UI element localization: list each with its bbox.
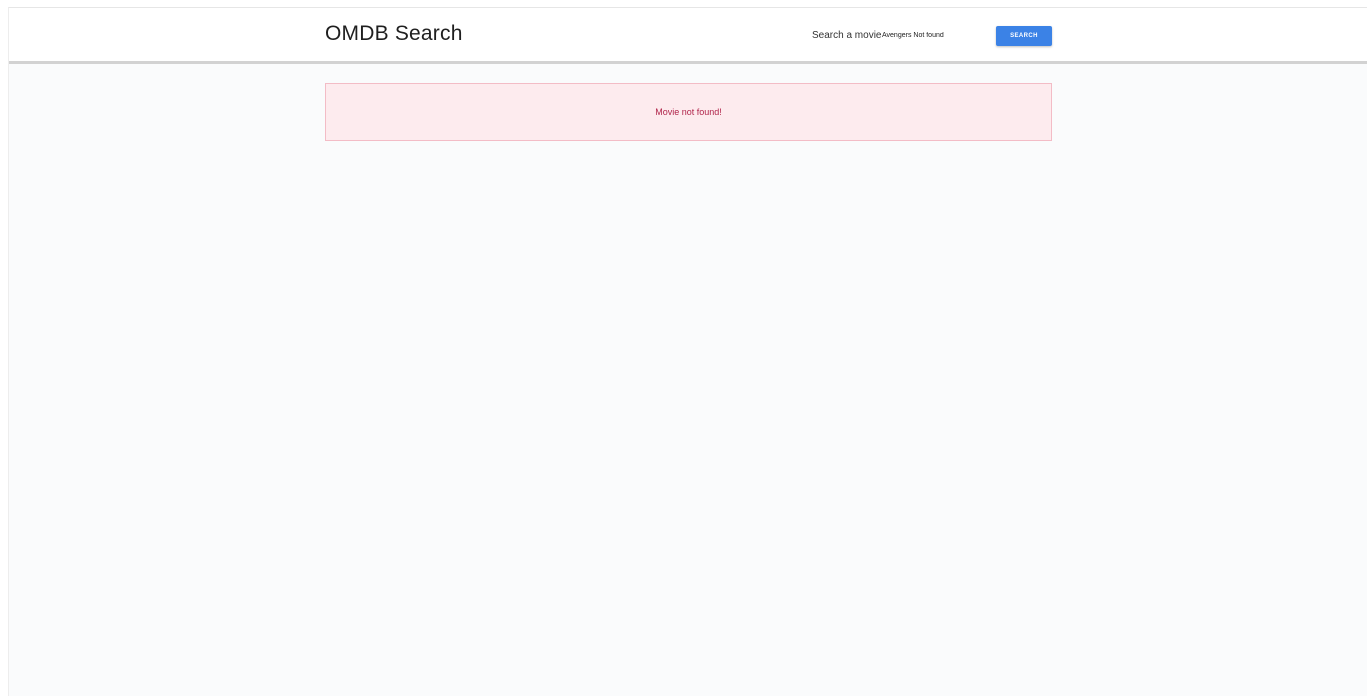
- app-header: OMDB Search Search a movie SEARCH: [9, 8, 1367, 64]
- app-frame: OMDB Search Search a movie SEARCH Movie …: [8, 7, 1367, 696]
- error-alert-message: Movie not found!: [655, 107, 722, 117]
- search-button[interactable]: SEARCH: [996, 26, 1052, 46]
- error-alert: Movie not found!: [325, 83, 1052, 141]
- search-input[interactable]: [880, 27, 978, 43]
- search-label: Search a movie: [812, 30, 882, 41]
- app-title: OMDB Search: [325, 22, 463, 45]
